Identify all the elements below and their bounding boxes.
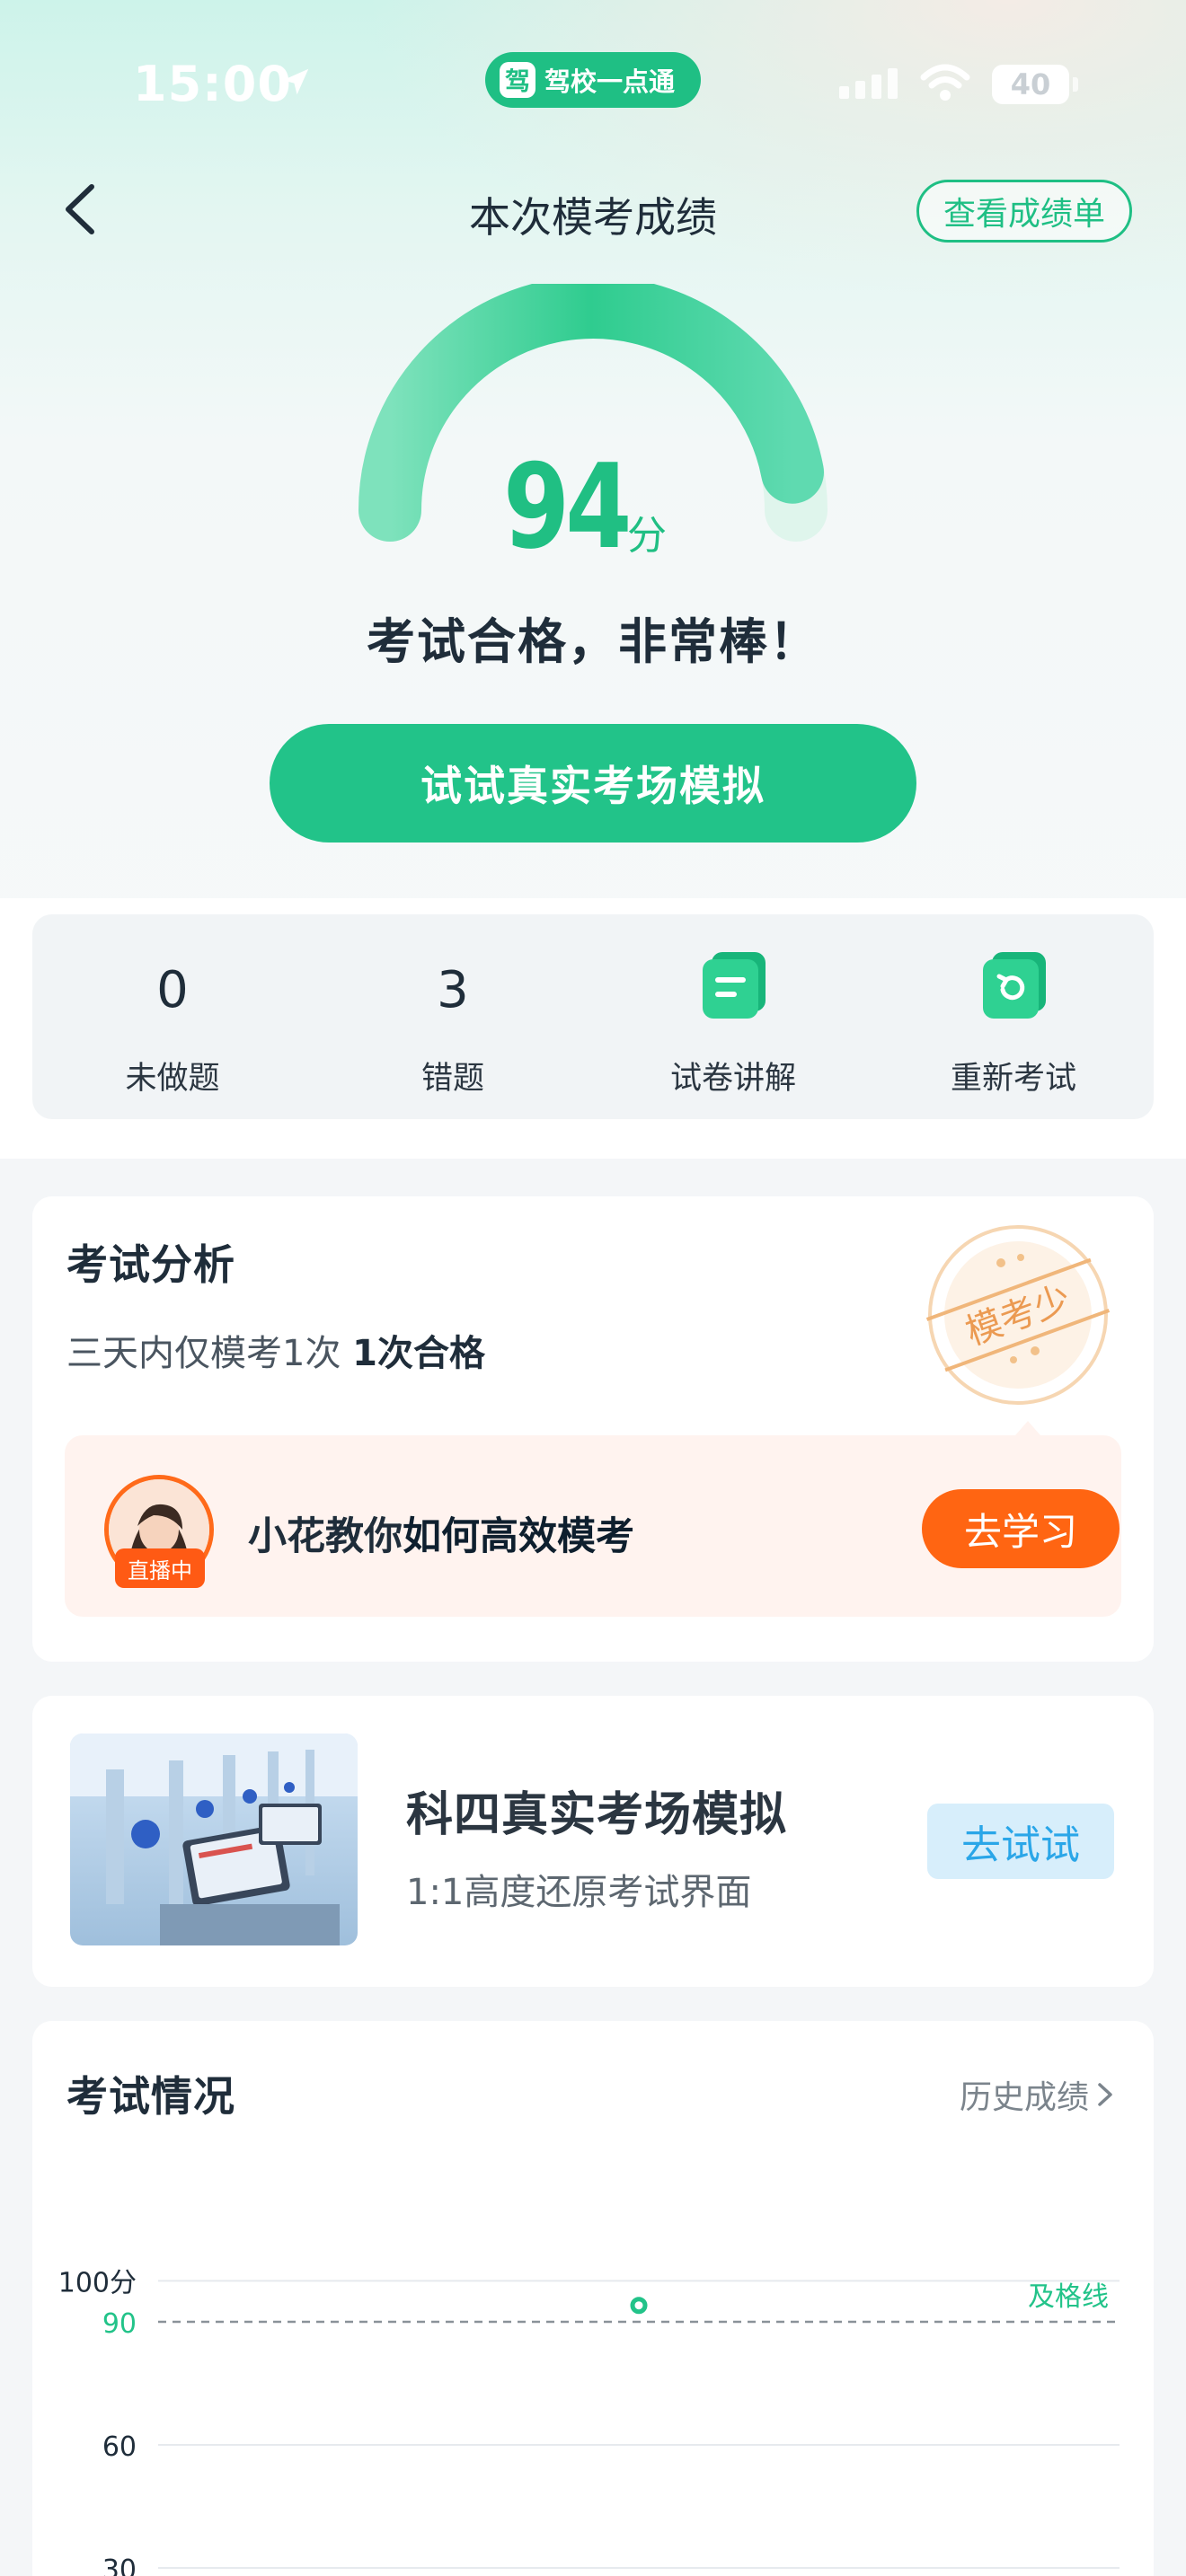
unanswered-label: 未做题 <box>125 1061 220 1097</box>
history-scores-link[interactable]: 历史成绩 <box>960 2071 1116 2118</box>
exam-room-illustration <box>70 1734 358 1945</box>
view-report-button[interactable]: 查看成绩单 <box>916 180 1132 243</box>
wrong-stat[interactable]: 3 错题 <box>313 914 593 1119</box>
wrong-count: 3 <box>437 961 469 1019</box>
simulation-title: 科四真实考场模拟 <box>406 1788 788 1842</box>
unanswered-count: 0 <box>156 961 189 1019</box>
score-point <box>630 2297 648 2315</box>
real-exam-simulation-button[interactable]: 试试真实考场模拟 <box>270 724 916 842</box>
few-mock-stamp-icon: 模考少 <box>925 1225 1111 1405</box>
status-time: 15:00 <box>133 56 292 112</box>
paper-explain-item[interactable]: 试卷讲解 <box>593 914 873 1119</box>
app-logo-icon: 驾 <box>500 62 535 98</box>
paper-explain-label: 试卷讲解 <box>669 1061 796 1097</box>
wrong-label: 错题 <box>420 1061 484 1097</box>
cellular-signal-icon <box>839 68 898 99</box>
app-name: 驾校一点通 <box>544 66 676 97</box>
score-history-chart: 100分 60 30 90 及格线 <box>58 2267 1120 2576</box>
pass-line-name: 及格线 <box>1028 2281 1109 2313</box>
y-tick-label: 30 <box>102 2554 137 2576</box>
history-scores-label: 历史成绩 <box>960 2079 1090 2116</box>
go-study-button[interactable]: 去学习 <box>922 1489 1120 1568</box>
teach-title: 小花教你如何高效模考 <box>248 1514 634 1559</box>
simulation-subtitle: 1:1高度还原考试界面 <box>406 1872 752 1913</box>
y-tick-label: 100分 <box>58 2267 137 2298</box>
analysis-title: 考试分析 <box>66 1240 235 1289</box>
battery-tip <box>1073 77 1078 92</box>
teach-banner[interactable]: 直播中 小花教你如何高效模考 去学习 <box>65 1435 1121 1617</box>
exam-status-title: 考试情况 <box>66 2072 235 2121</box>
tip-pointer <box>1015 1421 1040 1435</box>
stats-panel: 0 未做题 3 错题 试卷讲解 重新考试 <box>32 914 1154 1119</box>
try-it-button[interactable]: 去试试 <box>927 1804 1114 1879</box>
y-tick-label: 60 <box>102 2431 137 2463</box>
battery-icon: 40 <box>992 65 1069 104</box>
exam-analysis-card: 考试分析 三天内仅模考1次 1次合格 模考少 直播中 小花教你如何高效模考 去学… <box>32 1196 1154 1662</box>
location-arrow-icon <box>282 68 309 95</box>
wifi-icon <box>920 64 970 101</box>
exam-room-image <box>70 1734 358 1945</box>
result-verdict: 考试合格，非常棒！ <box>367 613 819 670</box>
analysis-summary: 三天内仅模考1次 1次合格 <box>66 1333 486 1374</box>
retake-icon <box>983 952 1046 1019</box>
score-unit: 分 <box>627 513 667 559</box>
exam-status-card: 考试情况 历史成绩 100分 60 30 90 及格线 <box>32 2021 1154 2576</box>
pass-line-value: 90 <box>102 2308 137 2340</box>
chevron-right-icon <box>1098 2083 1112 2106</box>
simulation-card[interactable]: 科四真实考场模拟 1:1高度还原考试界面 去试试 <box>32 1696 1154 1987</box>
live-badge: 直播中 <box>115 1548 205 1588</box>
score-value: 94 <box>503 438 632 575</box>
paper-explain-icon <box>703 952 766 1019</box>
unanswered-stat[interactable]: 0 未做题 <box>32 914 313 1119</box>
retake-label: 重新考试 <box>950 1061 1076 1097</box>
app-return-pill[interactable]: 驾 驾校一点通 <box>485 52 701 108</box>
retake-item[interactable]: 重新考试 <box>873 914 1154 1119</box>
